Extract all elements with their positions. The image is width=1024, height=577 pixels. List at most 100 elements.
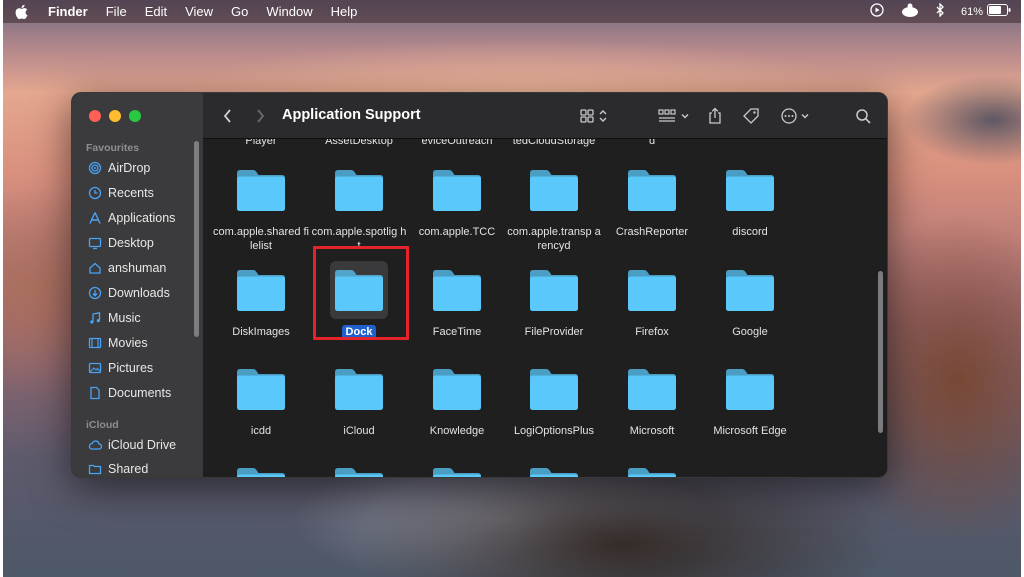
folder-item[interactable]: com.apple.shared filelist (213, 161, 309, 253)
folder-item[interactable]: icdd (213, 360, 309, 438)
menu-go[interactable]: Go (222, 0, 257, 23)
sidebar-item-documents[interactable]: Documents (88, 383, 171, 403)
sidebar-item-pictures[interactable]: Pictures (88, 358, 153, 378)
menu-view[interactable]: View (176, 0, 222, 23)
folder-item[interactable]: FileProvider (506, 261, 602, 339)
folder-label: Microsoft Edge (713, 425, 787, 437)
sidebar-item-desktop[interactable]: Desktop (88, 233, 154, 253)
tags-button[interactable] (742, 105, 760, 127)
battery-icon[interactable] (987, 4, 1011, 19)
folder-icon (530, 170, 578, 211)
folder-item-partial[interactable] (213, 459, 309, 477)
folder-item-partial[interactable] (311, 459, 407, 477)
menu-file[interactable]: File (97, 0, 136, 23)
folder-icon (530, 369, 578, 410)
folder-icon-wrapper (232, 261, 290, 319)
finder-window: Favourites AirDrop Recents Applications … (71, 92, 888, 478)
cloud-app-icon[interactable] (900, 2, 920, 21)
folder-icon-wrapper (330, 161, 388, 219)
updown-chevron-icon (599, 110, 607, 122)
folder-item[interactable]: Firefox (604, 261, 700, 339)
cloud-icon (88, 440, 102, 450)
main-scrollbar[interactable] (878, 271, 883, 433)
folder-item[interactable]: CrashReporter (604, 161, 700, 239)
folder-item[interactable]: com.apple.transp arencyd (506, 161, 602, 253)
menu-edit[interactable]: Edit (136, 0, 176, 23)
folder-icon (433, 170, 481, 211)
folder-item[interactable]: Microsoft (604, 360, 700, 438)
folder-icon-wrapper (232, 161, 290, 219)
menu-finder[interactable]: Finder (39, 0, 97, 23)
folder-label: CrashReporter (615, 226, 689, 238)
folder-item[interactable]: discord (702, 161, 798, 239)
forward-button[interactable] (254, 105, 266, 127)
folder-item[interactable]: iCloud (311, 360, 407, 438)
folder-icon-wrapper (525, 261, 583, 319)
folder-icon (628, 170, 676, 211)
menu-bar: Finder File Edit View Go Window Help 61% (3, 0, 1021, 23)
folder-icon-wrapper (623, 459, 681, 477)
sidebar-item-music[interactable]: Music (88, 308, 141, 328)
sidebar-item-home[interactable]: anshuman (88, 258, 166, 278)
folder-icon-wrapper (721, 360, 779, 418)
airdrop-icon (88, 161, 102, 175)
folder-item[interactable]: Microsoft Edge (702, 360, 798, 438)
folder-item[interactable]: LogiOptionsPlus (506, 360, 602, 438)
menu-window[interactable]: Window (257, 0, 321, 23)
folder-label: discord (732, 226, 768, 238)
folder-icon (335, 170, 383, 211)
sidebar-heading-icloud: iCloud (86, 419, 119, 431)
sidebar-item-airdrop[interactable]: AirDrop (88, 158, 150, 178)
folder-label: FaceTime (432, 326, 482, 338)
folder-item-partial[interactable] (604, 459, 700, 477)
action-menu-button[interactable] (780, 105, 810, 127)
folder-label: iCloud (343, 425, 375, 437)
folder-label-partial: d (648, 139, 656, 147)
sidebar-item-label: Downloads (108, 286, 170, 300)
sidebar-item-shared[interactable]: Shared (88, 459, 148, 477)
folder-label: Google (732, 326, 768, 338)
folder-item[interactable]: com.apple.TCC (409, 161, 505, 239)
folder-icon (433, 369, 481, 410)
grid-view-icon (580, 109, 594, 123)
sidebar-item-downloads[interactable]: Downloads (88, 283, 170, 303)
play-circle-icon[interactable] (870, 3, 884, 20)
apple-menu-icon[interactable] (3, 4, 39, 20)
folder-icon-wrapper (428, 261, 486, 319)
sidebar-item-recents[interactable]: Recents (88, 183, 154, 203)
minimize-button[interactable] (109, 110, 121, 122)
folder-icon (433, 270, 481, 311)
sidebar-scrollbar[interactable] (194, 141, 199, 337)
download-icon (88, 286, 102, 300)
folder-label-partial: tedCloudStorage (512, 139, 596, 147)
sidebar: Favourites AirDrop Recents Applications … (72, 93, 203, 477)
ellipsis-circle-icon (781, 108, 797, 124)
folder-item-partial[interactable] (409, 459, 505, 477)
group-by-button[interactable] (657, 105, 690, 127)
icon-grid: Player AssetDesktop eviceOutreach tedClo… (203, 139, 887, 477)
folder-label: com.apple.TCC (418, 226, 496, 238)
sidebar-item-applications[interactable]: Applications (88, 208, 175, 228)
search-button[interactable] (855, 105, 872, 127)
sidebar-item-movies[interactable]: Movies (88, 333, 148, 353)
sidebar-item-label: Music (108, 311, 141, 325)
bluetooth-icon[interactable] (936, 2, 945, 20)
folder-label: Knowledge (429, 425, 485, 437)
zoom-button[interactable] (129, 110, 141, 122)
pictures-icon (88, 362, 102, 374)
folder-item-partial[interactable] (506, 459, 602, 477)
folder-item[interactable]: DiskImages (213, 261, 309, 339)
annotation-highlight-box (313, 246, 409, 340)
folder-item[interactable]: Knowledge (409, 360, 505, 438)
back-button[interactable] (222, 105, 234, 127)
menu-help[interactable]: Help (322, 0, 367, 23)
folder-item[interactable]: FaceTime (409, 261, 505, 339)
view-mode-button[interactable] (579, 105, 608, 127)
sidebar-item-icloud-drive[interactable]: iCloud Drive (88, 435, 176, 455)
folder-item[interactable]: com.apple.spotlig ht (311, 161, 407, 253)
folder-item[interactable]: Google (702, 261, 798, 339)
share-button[interactable] (707, 105, 723, 127)
close-button[interactable] (89, 110, 101, 122)
folder-label: com.apple.transp arencyd (507, 226, 601, 252)
folder-icon (237, 270, 285, 311)
